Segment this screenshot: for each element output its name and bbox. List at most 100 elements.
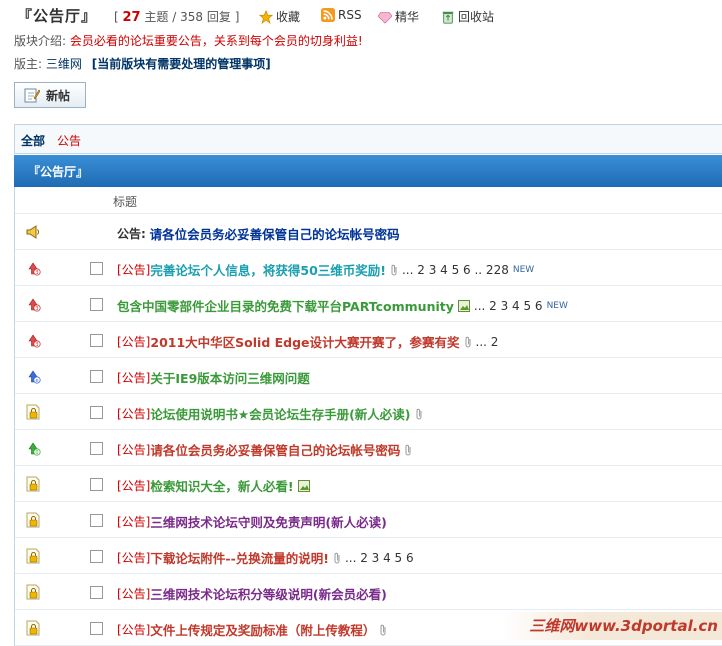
thread-checkbox[interactable] xyxy=(90,262,103,275)
thread-row[interactable]: [公告] 论坛使用说明书★会员论坛生存手册(新人必读) xyxy=(15,394,722,430)
thread-checkbox[interactable] xyxy=(90,334,103,347)
new-post-button[interactable]: 新帖 xyxy=(14,82,86,108)
new-thread-icon: 0 xyxy=(28,442,41,456)
new-post-label: 新帖 xyxy=(46,88,71,103)
tab-all[interactable]: 全部 xyxy=(21,132,45,149)
moderator-link[interactable]: 三维网 xyxy=(46,57,82,71)
board-stats: [ 27 主题 / 358 回复 ] xyxy=(114,10,240,25)
paperclip-icon xyxy=(465,336,471,347)
thread-pages[interactable]: ... 2 3 4 5 6 xyxy=(345,551,414,565)
board-title: 『公告厅』 xyxy=(17,7,98,25)
thread-title[interactable]: 包含中国零部件企业目录的免费下载平台PARTcommunity xyxy=(117,296,454,315)
digest-link[interactable]: 精华 xyxy=(378,8,419,25)
paperclip-icon xyxy=(380,624,386,635)
topic-label: 主题 xyxy=(144,10,169,24)
thread-checkbox[interactable] xyxy=(90,514,103,527)
new-post-icon xyxy=(24,88,40,103)
announcement-title[interactable]: 请各位会员务必妥善保管自己的论坛帐号密码 xyxy=(150,224,400,243)
thread-checkbox[interactable] xyxy=(90,298,103,311)
thread-title[interactable]: 请各位会员务必妥善保管自己的论坛帐号密码 xyxy=(150,440,400,459)
thread-checkbox[interactable] xyxy=(90,478,103,491)
svg-text:0: 0 xyxy=(35,450,38,456)
thread-category[interactable]: [公告] xyxy=(117,405,150,422)
megaphone-icon xyxy=(26,225,40,239)
recycle-bin-link[interactable]: 回收站 xyxy=(441,8,494,25)
thread-category[interactable]: [公告] xyxy=(117,261,150,278)
thread-row[interactable]: e [公告] 关于IE9版本访问三维网问题 xyxy=(15,358,722,394)
column-title-label: 标题 xyxy=(113,195,138,209)
thread-title[interactable]: 关于IE9版本访问三维网问题 xyxy=(150,368,309,387)
paperclip-icon xyxy=(405,444,411,455)
topic-count: 27 xyxy=(122,10,141,25)
thread-checkbox[interactable] xyxy=(90,406,103,419)
paperclip-icon xyxy=(391,264,397,275)
thread-checkbox[interactable] xyxy=(90,586,103,599)
thread-row[interactable]: 3 [公告] 完善论坛个人信息，将获得50三维币奖励! ... 2 3 4 5 6 .… xyxy=(15,250,722,286)
forum-header: 『公告厅』 [ 27 主题 / 358 回复 ] 收藏 RSS 精华 回收站 xyxy=(0,0,722,30)
stats-separator: / xyxy=(172,10,177,24)
thread-checkbox[interactable] xyxy=(90,442,103,455)
thread-category[interactable]: [公告] xyxy=(117,549,150,566)
paperclip-icon xyxy=(334,552,340,563)
favorite-link[interactable]: 收藏 xyxy=(259,8,300,25)
section-header-bar: 『公告厅』 xyxy=(14,155,722,187)
thread-row[interactable]: [公告] 三维网技术论坛积分等级说明(新会员必看) xyxy=(15,574,722,610)
thread-row[interactable]: 3 [公告] 2011大中华区Solid Edge设计大赛开赛了，参赛有奖 ... 2 xyxy=(15,322,722,358)
column-header: 标题 xyxy=(15,187,722,214)
diamond-icon xyxy=(378,11,392,24)
rss-icon xyxy=(321,8,335,22)
ie-thread-icon: e xyxy=(28,370,41,384)
locked-thread-icon xyxy=(26,548,40,564)
svg-text:3: 3 xyxy=(35,306,38,312)
thread-row[interactable]: [公告] 检索知识大全，新人必看! xyxy=(15,466,722,502)
thread-pages[interactable]: ... 2 3 4 5 6 xyxy=(474,299,543,313)
thread-title[interactable]: 论坛使用说明书★会员论坛生存手册(新人必读) xyxy=(150,404,410,423)
thread-list: 标题 公告: 请各位会员务必妥善保管自己的论坛帐号密码 3 [公告] 完善论坛个人信… xyxy=(14,187,722,646)
thread-category[interactable]: [公告] xyxy=(117,441,150,458)
thread-row[interactable]: [公告] 三维网技术论坛守则及免责声明(新人必读) xyxy=(15,502,722,538)
rss-link[interactable]: RSS xyxy=(321,8,362,22)
thread-pages[interactable]: ... 2 3 4 5 6 .. 228 xyxy=(402,263,509,277)
thread-title[interactable]: 三维网技术论坛积分等级说明(新会员必看) xyxy=(150,584,386,603)
thread-category[interactable]: [公告] xyxy=(117,333,150,350)
recycle-bin-label: 回收站 xyxy=(458,10,495,24)
management-link[interactable]: [当前版块有需要处理的管理事项] xyxy=(92,57,271,71)
star-icon xyxy=(259,9,273,24)
thread-category[interactable]: [公告] xyxy=(117,477,150,494)
thread-row[interactable]: 0 [公告] 请各位会员务必妥善保管自己的论坛帐号密码 xyxy=(15,430,722,466)
watermark-text: 三维网www.3dportal.cn xyxy=(529,617,718,635)
thread-category[interactable]: [公告] xyxy=(117,369,150,386)
intro-text: 会员必看的论坛重要公告，关系到每个会员的切身利益! xyxy=(69,34,363,48)
watermark: 三维网www.3dportal.cn xyxy=(502,612,722,640)
announcement-prefix: 公告: xyxy=(117,227,146,241)
paperclip-icon xyxy=(416,408,422,419)
thread-title[interactable]: 检索知识大全，新人必看! xyxy=(150,476,293,495)
thread-checkbox[interactable] xyxy=(90,370,103,383)
svg-text:3: 3 xyxy=(35,270,38,276)
thread-title[interactable]: 下载论坛附件--兑换流量的说明! xyxy=(150,548,329,567)
thread-checkbox[interactable] xyxy=(90,622,103,635)
board-intro: 版块介绍: 会员必看的论坛重要公告，关系到每个会员的切身利益! xyxy=(14,32,363,49)
thread-row[interactable]: 3 包含中国零部件企业目录的免费下载平台PARTcommunity ... 2 3 … xyxy=(15,286,722,322)
locked-thread-icon xyxy=(26,512,40,528)
tab-announcement[interactable]: 公告 xyxy=(57,132,81,149)
thread-checkbox[interactable] xyxy=(90,550,103,563)
hot-thread-icon: 3 xyxy=(28,262,41,276)
thread-row[interactable]: [公告] 下载论坛附件--兑换流量的说明! ... 2 3 4 5 6 xyxy=(15,538,722,574)
announcement-row[interactable]: 公告: 请各位会员务必妥善保管自己的论坛帐号密码 xyxy=(15,214,722,250)
intro-label: 版块介绍: xyxy=(14,34,67,48)
thread-title[interactable]: 三维网技术论坛守则及免责声明(新人必读) xyxy=(150,512,386,531)
thread-title[interactable]: 文件上传规定及奖励标准（附上传教程） xyxy=(150,620,375,639)
moderators: 版主: 三维网 [当前版块有需要处理的管理事项] xyxy=(14,55,271,72)
thread-category[interactable]: [公告] xyxy=(117,513,150,530)
thread-title[interactable]: 2011大中华区Solid Edge设计大赛开赛了，参赛有奖 xyxy=(150,332,459,351)
locked-thread-icon xyxy=(26,404,40,420)
favorite-label: 收藏 xyxy=(276,10,301,24)
thread-title[interactable]: 完善论坛个人信息，将获得50三维币奖励! xyxy=(150,260,386,279)
filter-tabs: 全部 公告 xyxy=(14,124,722,154)
section-title: 『公告厅』 xyxy=(28,165,89,179)
thread-category[interactable]: [公告] xyxy=(117,585,150,602)
thread-pages[interactable]: ... 2 xyxy=(476,335,499,349)
thread-category[interactable]: [公告] xyxy=(117,621,150,638)
recycle-bin-icon xyxy=(442,11,454,24)
